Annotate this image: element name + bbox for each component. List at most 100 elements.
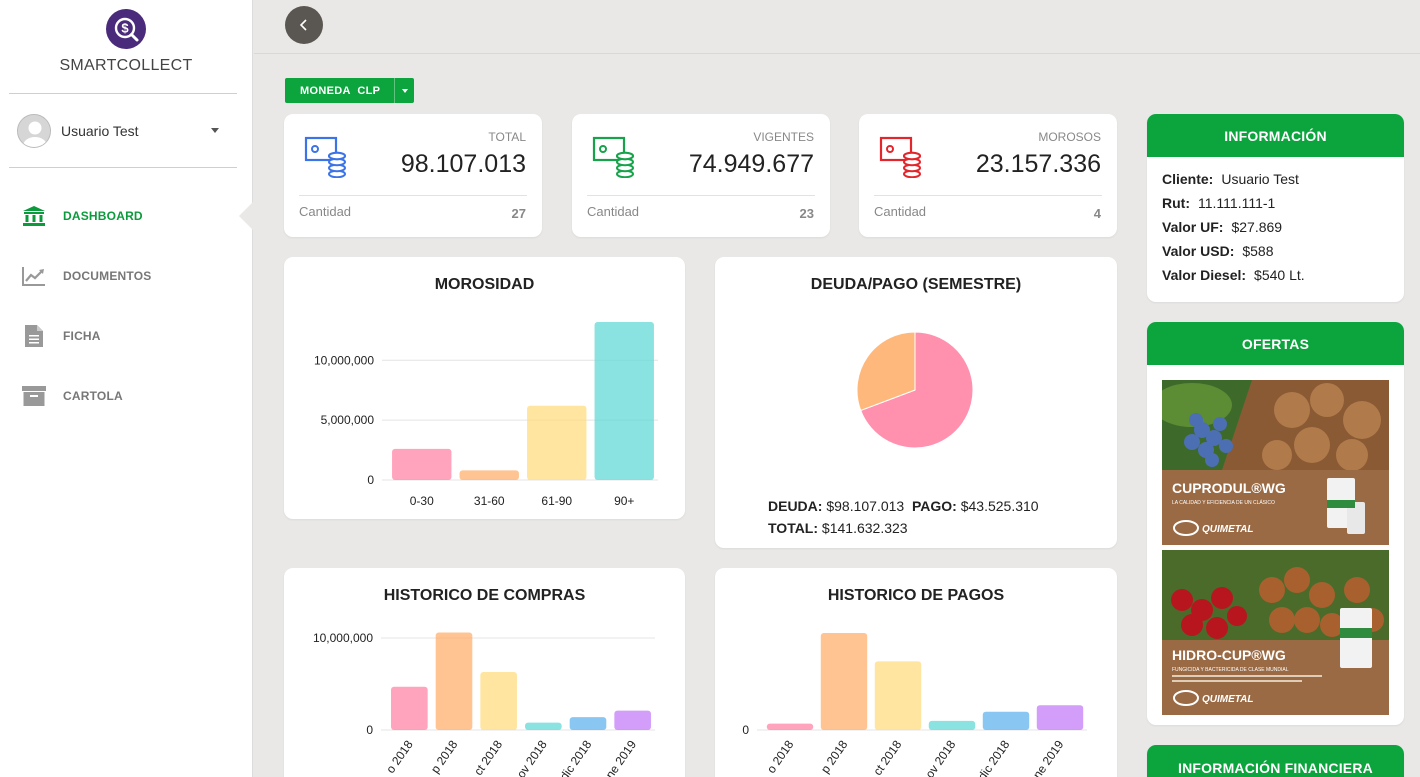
x-tick-label: ov 2018: [514, 737, 550, 777]
nav-item-ficha[interactable]: FICHA: [0, 306, 252, 366]
x-tick-label: ct 2018: [471, 737, 505, 777]
x-tick-label: ne 2019: [1030, 737, 1067, 777]
financiera-card: INFORMACIÓN FINANCIERA: [1147, 745, 1404, 777]
x-tick-label: 61-90: [541, 494, 572, 508]
bar: [594, 322, 654, 480]
y-tick-label: 0: [366, 723, 373, 737]
info-row: Valor UF: $27.869: [1162, 219, 1283, 235]
stat-label: TOTAL: [488, 130, 526, 144]
financiera-title: INFORMACIÓN FINANCIERA: [1147, 745, 1404, 777]
y-tick-label: 0: [367, 473, 374, 487]
chevron-down-icon[interactable]: [394, 78, 414, 103]
stat-foot: Cantidad: [587, 204, 640, 219]
info-row: Cliente: Usuario Test: [1162, 171, 1299, 187]
x-tick-label: o 2018: [764, 737, 797, 775]
x-tick-label: ct 2018: [870, 737, 904, 777]
x-tick-label: ne 2019: [603, 737, 640, 777]
back-button[interactable]: [285, 6, 323, 44]
user-name: Usuario Test: [61, 122, 139, 139]
nav-item-dashboard[interactable]: DASHBOARD: [0, 186, 253, 246]
currency-selector[interactable]: MONEDA CLP: [285, 78, 415, 103]
stat-count: 23: [799, 206, 814, 221]
svg-text:HIDRO-CUP®WG: HIDRO-CUP®WG: [1172, 647, 1286, 663]
bar: [435, 632, 473, 730]
chevron-left-icon: [299, 19, 307, 31]
chevron-down-icon[interactable]: [211, 128, 219, 133]
money-coins-icon: [879, 136, 923, 183]
sidebar: $ SMARTCOLLECT Usuario Test DASHBOARD DO…: [0, 0, 253, 777]
x-tick-label: 90+: [614, 494, 634, 508]
bar: [820, 633, 868, 730]
nav-item-documentos[interactable]: DOCUMENTOS: [0, 246, 252, 306]
ad-image: HIDRO-CUP®WG FUNGICIDA Y BACTERICIDA DE …: [1162, 550, 1389, 715]
deuda-pago-pie-chart: [856, 331, 974, 449]
pago-value: $43.525.310: [960, 498, 1039, 514]
topbar: [254, 0, 1420, 54]
currency-label: MONEDA CLP: [300, 84, 381, 97]
info-body: Cliente: Usuario Test Rut: 11.111.111-1 Va…: [1147, 157, 1404, 305]
stat-card-morosos: MOROSOS 23.157.336 Cantidad 4: [859, 114, 1117, 237]
info-row: Rut: 11.111.111-1: [1162, 195, 1276, 211]
trend-chart-icon: [21, 265, 47, 287]
x-tick-label: 31-60: [474, 494, 505, 508]
nav-item-cartola[interactable]: CARTOLA: [0, 366, 252, 426]
money-coins-icon: [592, 136, 636, 183]
app-name: SMARTCOLLECT: [59, 57, 193, 74]
archive-box-icon: [21, 385, 47, 407]
deuda-pago-summary: DEUDA: $98.107.013 PAGO: $43.525.310 TOT…: [768, 495, 1039, 539]
bar: [1036, 705, 1084, 730]
pagos-chart: 0 o 2018 p 2018 ct 2018 ov 2018 dic 2018 ne 20…: [742, 633, 1087, 777]
svg-text:CUPRODUL®WG: CUPRODUL®WG: [1172, 480, 1286, 496]
user-menu[interactable]: Usuario Test: [0, 94, 252, 167]
bar: [391, 686, 428, 730]
stat-card-total: TOTAL 98.107.013 Cantidad 27: [284, 114, 542, 237]
info-row: Valor USD: $588: [1162, 243, 1274, 259]
ofertas-card: OFERTAS CUPRODUL®WG LA CALIDAD Y EFICIEN…: [1147, 322, 1404, 725]
bar: [527, 405, 587, 480]
info-title: INFORMACIÓN: [1147, 114, 1404, 157]
compras-card: HISTORICO DE COMPRAS 0 10,000,000 o 2018 p …: [284, 568, 685, 777]
total-label: TOTAL:: [768, 520, 819, 536]
nav-label: FICHA: [63, 329, 101, 343]
bar: [525, 722, 562, 730]
ad-banner-cuprodul[interactable]: CUPRODUL®WG LA CALIDAD Y EFICIENCIA DE U…: [1162, 380, 1389, 545]
svg-text:LA CALIDAD Y EFICIENCIA DE UN: LA CALIDAD Y EFICIENCIA DE UN CLÁSICO: [1172, 499, 1275, 506]
morosidad-card: MOROSIDAD 0 5,000,000 10,000,000 0-30 31-60 6…: [284, 257, 685, 519]
nav-label: CARTOLA: [63, 389, 123, 403]
morosidad-chart: 0 5,000,000 10,000,000 0-30 31-60 61-90 90+: [314, 322, 658, 508]
ad-image: CUPRODUL®WG LA CALIDAD Y EFICIENCIA DE U…: [1162, 380, 1389, 545]
deuda-label: DEUDA:: [768, 498, 823, 514]
bar: [928, 720, 976, 730]
stat-value: 74.949.677: [688, 150, 814, 178]
nav-label: DASHBOARD: [63, 209, 143, 223]
x-tick-label: p 2018: [428, 737, 461, 775]
main-nav: DASHBOARD DOCUMENTOS FICHA CARTOLA: [0, 186, 253, 426]
avatar: [17, 113, 51, 148]
stat-foot: Cantidad: [874, 204, 927, 219]
stat-value: 23.157.336: [975, 150, 1101, 178]
svg-text:$: $: [121, 21, 129, 36]
dollar-search-icon: $: [106, 9, 146, 49]
y-tick-label: 10,000,000: [313, 631, 373, 645]
sidebar-divider: [9, 167, 237, 168]
ad-banner-hidrocup[interactable]: HIDRO-CUP®WG FUNGICIDA Y BACTERICIDA DE …: [1162, 550, 1389, 715]
stat-count: 4: [1093, 206, 1101, 221]
ofertas-title: OFERTAS: [1147, 322, 1404, 365]
svg-text:FUNGICIDA Y BACTERICIDA DE CLA: FUNGICIDA Y BACTERICIDA DE CLASE MUNDIAL: [1172, 667, 1289, 673]
bar: [766, 723, 814, 730]
compras-chart: 0 10,000,000 o 2018 p 2018 ct 2018 ov 2018 dic…: [313, 631, 655, 777]
bar: [874, 661, 922, 730]
stat-foot: Cantidad: [299, 204, 352, 219]
stat-value: 98.107.013: [400, 150, 526, 178]
pago-label: PAGO:: [911, 498, 957, 514]
bar: [459, 470, 519, 480]
stat-card-vigentes: VIGENTES 74.949.677 Cantidad 23: [572, 114, 830, 237]
app-logo: $ SMARTCOLLECT: [0, 0, 252, 75]
stat-label: VIGENTES: [753, 130, 814, 144]
x-tick-label: dic 2018: [557, 737, 595, 777]
info-row: Valor Diesel: $540 Lt.: [1162, 267, 1305, 283]
nav-label: DOCUMENTOS: [63, 269, 152, 283]
x-tick-label: o 2018: [383, 737, 416, 775]
bar: [569, 717, 607, 730]
pagos-card: HISTORICO DE PAGOS 0o 2018 p 2018 ct 2018 o…: [715, 568, 1117, 777]
